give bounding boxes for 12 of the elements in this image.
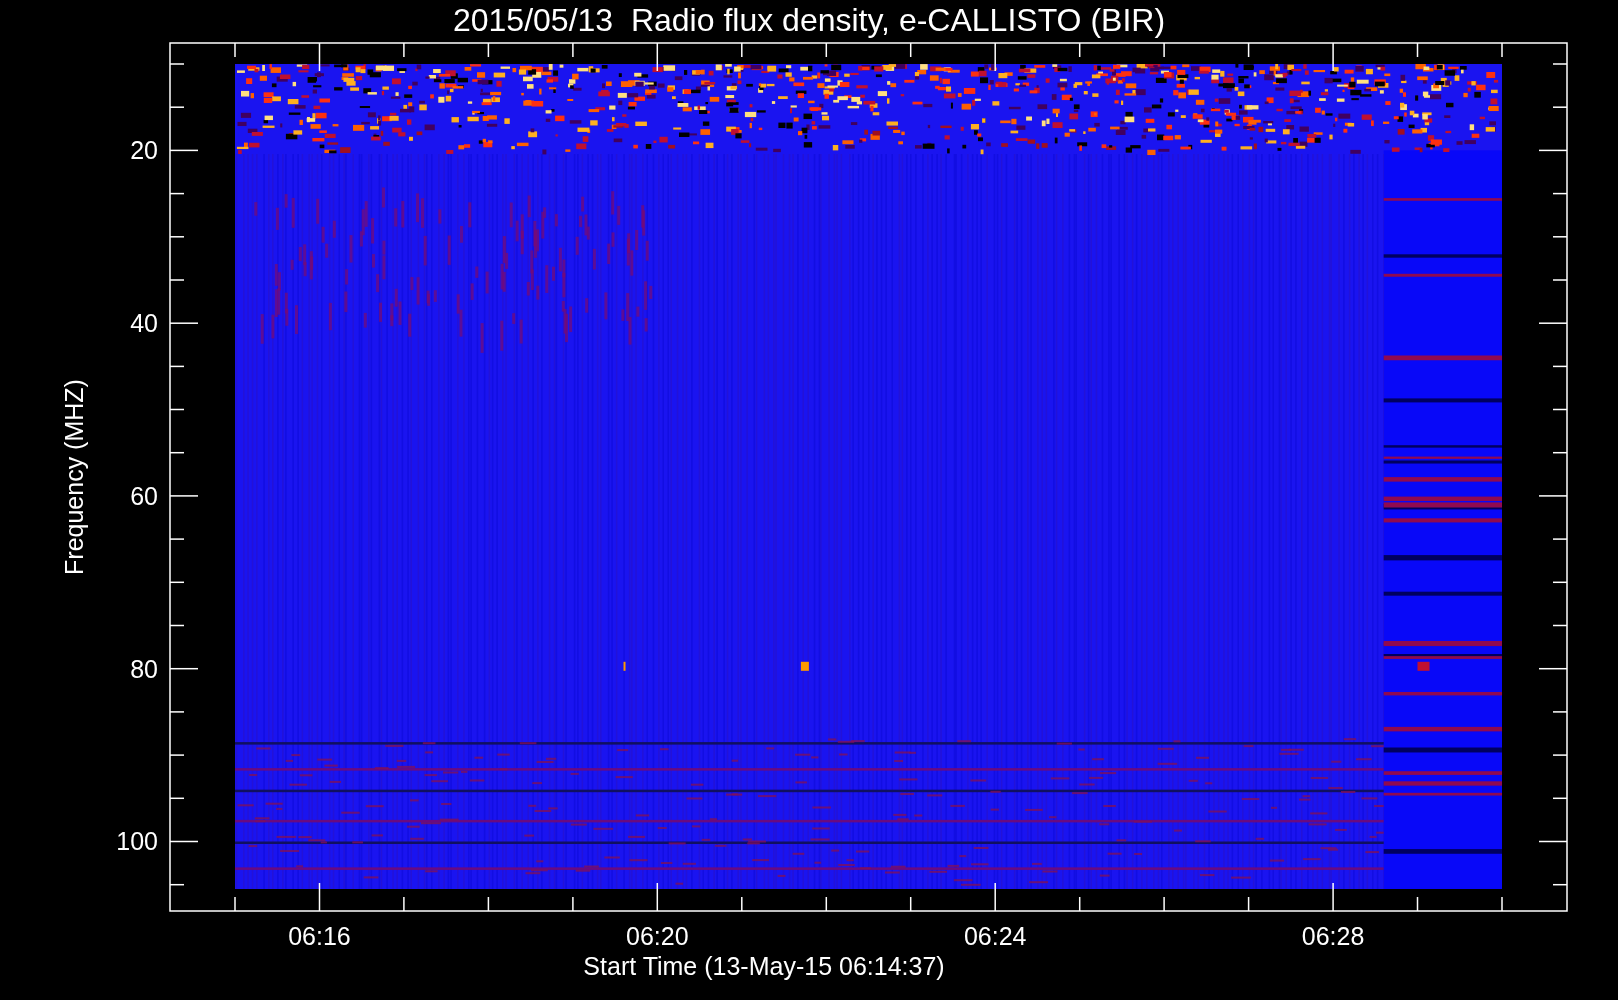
tick-label: 100 xyxy=(116,827,158,856)
chart-title: 2015/05/13 Radio flux density, e-CALLISTO (BIR) xyxy=(452,2,1166,38)
tick-label: 80 xyxy=(130,654,158,683)
tick-label: 06:24 xyxy=(963,922,1027,950)
tick-label: 06:28 xyxy=(1301,922,1365,950)
tick-label: 06:20 xyxy=(626,922,689,950)
axis-title: Start Time (13-May-15 06:14:37) xyxy=(583,952,945,980)
axis-title: Frequency (MHZ) xyxy=(60,379,88,575)
tick-label: 60 xyxy=(130,481,158,510)
tick-label: 40 xyxy=(130,309,158,338)
tick-label: 20 xyxy=(130,136,158,165)
tick-label: 06:16 xyxy=(288,922,351,950)
